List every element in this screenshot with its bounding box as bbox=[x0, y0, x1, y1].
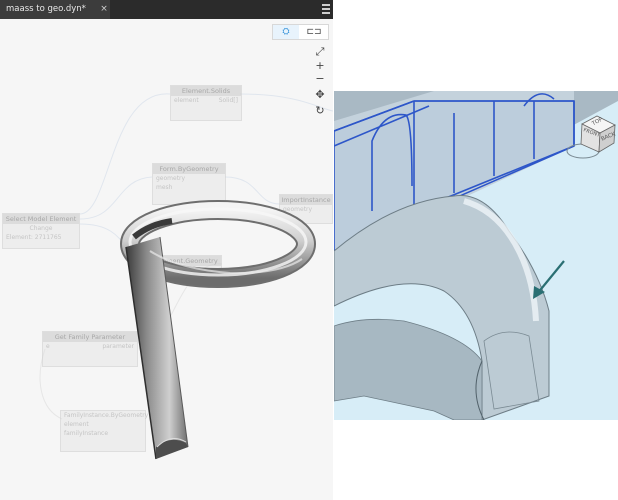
geometry-view-icon[interactable]: ⛭ bbox=[273, 25, 299, 39]
graph-canvas[interactable]: Element.Solids element Solid[] Form.ByGeo… bbox=[0, 19, 333, 500]
view-toggle[interactable]: ⛭ ⊏⊐ bbox=[272, 24, 329, 40]
dynamo-window: maass to geo.dyn* × Element.Solids eleme… bbox=[0, 0, 333, 500]
geometry-preview bbox=[120, 200, 316, 460]
tab-menu-icon[interactable] bbox=[322, 4, 330, 14]
zoom-in-icon[interactable]: + bbox=[313, 59, 327, 72]
file-tab[interactable]: maass to geo.dyn* bbox=[0, 0, 110, 19]
zoom-fit-icon[interactable]: ⤢ bbox=[313, 45, 327, 58]
close-tab-icon[interactable]: × bbox=[99, 0, 109, 19]
zoom-out-icon[interactable]: − bbox=[313, 72, 327, 85]
orbit-icon[interactable]: ↻ bbox=[313, 104, 327, 117]
tab-bar: maass to geo.dyn* × bbox=[0, 0, 333, 19]
file-tab-label: maass to geo.dyn* bbox=[6, 4, 86, 14]
graph-view-icon[interactable]: ⊏⊐ bbox=[300, 25, 328, 39]
pan-icon[interactable]: ✥ bbox=[313, 88, 327, 101]
